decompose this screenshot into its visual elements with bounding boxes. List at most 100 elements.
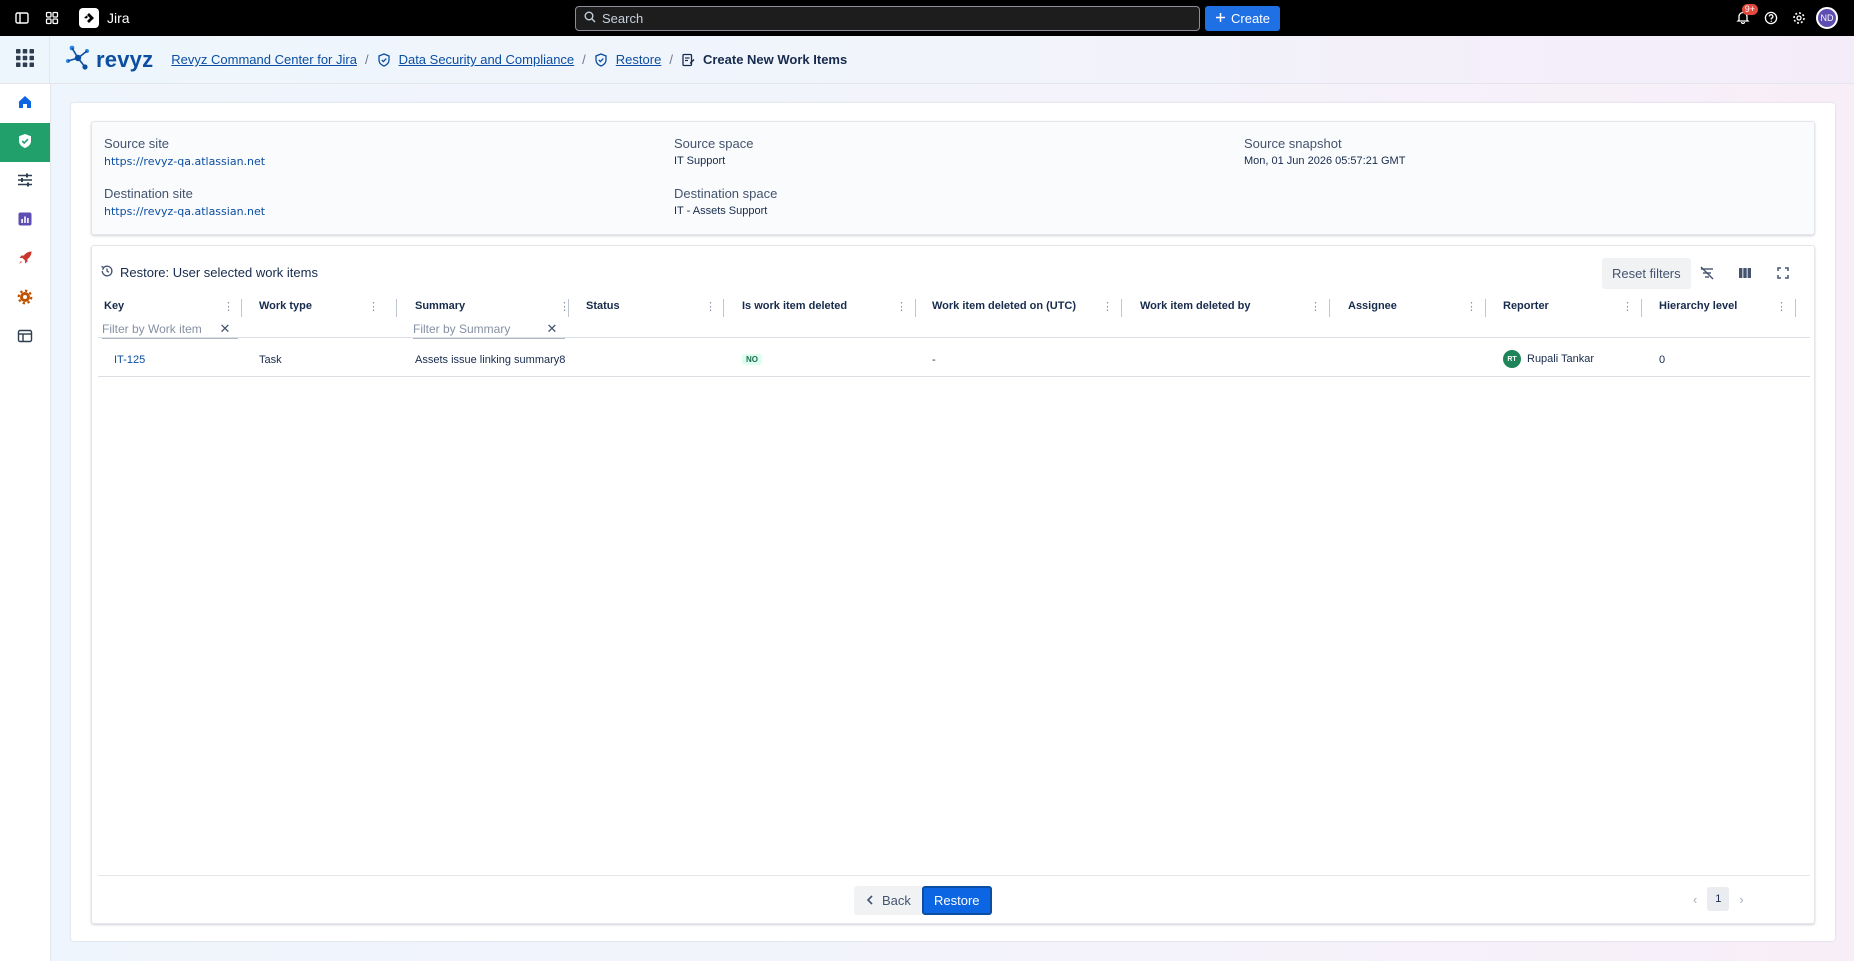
clear-filter-key-icon[interactable]: ✕ (218, 321, 232, 337)
column-resize-handle[interactable] (396, 299, 397, 317)
bar-chart-icon (17, 211, 33, 230)
source-snapshot-value: Mon, 01 Jun 2026 05:57:21 GMT (1244, 155, 1406, 167)
cell-hierarchy-level: 0 (1659, 354, 1666, 366)
column-menu-icon[interactable]: ⋮ (1622, 300, 1633, 314)
settings-gear-icon[interactable] (1786, 5, 1812, 31)
columns-icon[interactable] (1732, 260, 1758, 286)
cell-summary: Assets issue linking summary8 (415, 354, 566, 366)
column-label: Key (104, 300, 125, 312)
sidebar-item-data-security[interactable] (0, 123, 50, 162)
breadcrumb-restore[interactable]: Restore (616, 52, 662, 67)
column-label: Summary (415, 300, 466, 312)
app-switcher-icon[interactable] (39, 5, 65, 31)
column-header-hierarchy-level[interactable]: Hierarchy level ⋮ (1653, 294, 1808, 338)
column-resize-handle[interactable] (1485, 299, 1486, 317)
column-header-reporter[interactable]: Reporter ⋮ (1497, 294, 1643, 338)
plus-icon (1215, 11, 1226, 26)
column-header-key[interactable]: Key ⋮ ✕ (98, 294, 242, 339)
breadcrumb-separator: / (669, 52, 673, 67)
table-icon (17, 328, 33, 347)
column-menu-icon[interactable]: ⋮ (368, 300, 379, 314)
table-title-text: Restore: User selected work items (120, 265, 318, 280)
fullscreen-icon[interactable] (1770, 260, 1796, 286)
clear-filter-icon[interactable] (1694, 260, 1720, 286)
sidebar-item-home[interactable] (0, 84, 50, 123)
app-name: Jira (107, 10, 130, 26)
jira-home-link[interactable]: Jira (79, 8, 130, 28)
column-resize-handle[interactable] (723, 299, 724, 317)
column-header-assignee[interactable]: Assignee ⋮ (1342, 294, 1487, 338)
restore-button[interactable]: Restore (922, 886, 992, 915)
column-menu-icon[interactable]: ⋮ (1776, 300, 1787, 314)
column-resize-handle[interactable] (1121, 299, 1122, 317)
column-resize-handle[interactable] (915, 299, 916, 317)
filter-summary-field[interactable]: ✕ (413, 320, 565, 339)
column-label: Work type (259, 300, 312, 312)
filter-summary-input[interactable] (413, 322, 545, 336)
pagination: ‹ 1 › (1693, 887, 1744, 911)
sidebar-item-reports[interactable] (0, 201, 50, 240)
column-menu-icon[interactable]: ⋮ (1102, 300, 1113, 314)
revyz-logo[interactable]: revyz (64, 44, 153, 75)
column-menu-icon[interactable]: ⋮ (1466, 300, 1477, 314)
filter-key-field[interactable]: ✕ (102, 320, 238, 339)
clear-filter-summary-icon[interactable]: ✕ (545, 321, 559, 337)
create-label: Create (1231, 11, 1271, 26)
destination-site-block: Destination site https://revyz-qa.atlass… (104, 186, 265, 218)
column-resize-handle[interactable] (1795, 299, 1796, 317)
create-button[interactable]: Create (1205, 6, 1281, 31)
user-avatar: ND (1816, 7, 1838, 29)
sidebar-item-settings[interactable] (0, 279, 50, 318)
column-menu-icon[interactable]: ⋮ (896, 300, 907, 314)
back-button[interactable]: Back (854, 886, 923, 915)
history-icon (100, 264, 114, 281)
current-page-number[interactable]: 1 (1707, 887, 1730, 911)
table-row[interactable]: IT-125 Task Assets issue linking summary… (98, 343, 1810, 377)
next-page-icon[interactable]: › (1739, 892, 1743, 907)
user-profile-button[interactable]: ND (1814, 5, 1840, 31)
notifications-button[interactable]: 9+ (1730, 4, 1758, 31)
column-header-deleted-by[interactable]: Work item deleted by ⋮ (1134, 294, 1331, 338)
source-snapshot-label: Source snapshot (1244, 136, 1342, 151)
breadcrumb-command-center[interactable]: Revyz Command Center for Jira (171, 52, 357, 67)
app-menu-button[interactable] (0, 35, 50, 84)
destination-space-label: Destination space (674, 186, 778, 201)
search-bar[interactable] (575, 6, 1200, 31)
sidebar-item-getting-started[interactable] (0, 240, 50, 279)
source-space-label: Source space (674, 136, 754, 151)
column-menu-icon[interactable]: ⋮ (1310, 300, 1321, 314)
column-label: Hierarchy level (1659, 300, 1738, 312)
top-right-group: 9+ ND (1730, 4, 1840, 31)
column-header-summary[interactable]: Summary ⋮ ✕ (409, 294, 570, 339)
column-resize-handle[interactable] (1329, 299, 1330, 317)
column-header-deleted-on[interactable]: Work item deleted on (UTC) ⋮ (926, 294, 1122, 338)
filter-key-input[interactable] (102, 322, 218, 336)
column-resize-handle[interactable] (568, 299, 569, 317)
sidebar-item-configuration[interactable] (0, 162, 50, 201)
breadcrumb-separator: / (364, 52, 369, 67)
sidebar-toggle-icon[interactable] (9, 5, 35, 31)
reset-filters-button[interactable]: Reset filters (1602, 258, 1691, 289)
source-site-link[interactable]: https://revyz-qa.atlassian.net (104, 155, 265, 168)
source-space-value: IT Support (674, 155, 726, 167)
column-header-work-type[interactable]: Work type ⋮ (253, 294, 398, 338)
column-label: Work item deleted by (1140, 300, 1251, 312)
column-header-is-deleted[interactable]: Is work item deleted ⋮ (736, 294, 916, 338)
destination-site-link[interactable]: https://revyz-qa.atlassian.net (104, 205, 265, 218)
column-resize-handle[interactable] (1641, 299, 1642, 317)
cell-is-deleted: NO (742, 353, 762, 365)
sidebar-item-audit-log[interactable] (0, 318, 50, 357)
column-menu-icon[interactable]: ⋮ (705, 300, 716, 314)
shield-icon (377, 52, 391, 67)
previous-page-icon[interactable]: ‹ (1693, 892, 1697, 907)
column-header-status[interactable]: Status ⋮ (580, 294, 725, 338)
column-resize-handle[interactable] (241, 299, 242, 317)
help-icon[interactable] (1758, 5, 1784, 31)
cell-key-link[interactable]: IT-125 (114, 354, 145, 366)
breadcrumb-data-security[interactable]: Data Security and Compliance (399, 52, 575, 67)
column-label: Reporter (1503, 300, 1549, 312)
search-input[interactable] (602, 11, 1182, 26)
column-menu-icon[interactable]: ⋮ (223, 300, 234, 314)
left-sidebar (0, 84, 51, 961)
search-icon (584, 11, 596, 26)
